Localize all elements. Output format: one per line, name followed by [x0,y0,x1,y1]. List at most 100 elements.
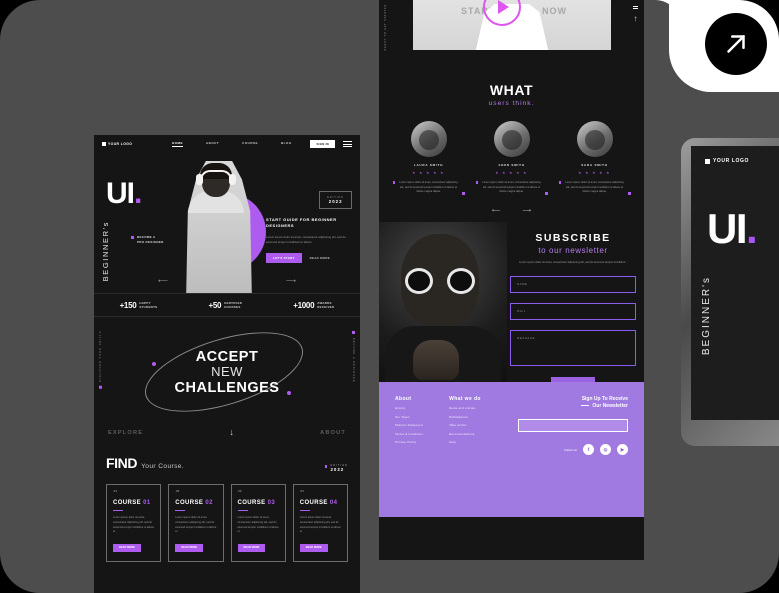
hamburger-icon[interactable] [633,6,638,10]
arrow-left-icon[interactable]: ⟵ [492,207,501,214]
footer-link[interactable]: Recomendations [449,432,481,436]
hero-copy-title: START GUIDE FOR BEGINNER DESIGNERS [266,217,337,229]
arrow-up-right-icon[interactable] [705,13,767,75]
star-rating: ★ ★ ★ ★ ★ [495,171,528,175]
course-text: Lorem ipsum dolor sit amet, consectetur … [299,516,341,534]
footer-link[interactable]: Take action [449,423,481,427]
course-text: Lorem ipsum dolor sit amet, consectetur … [113,516,155,534]
footer-link[interactable]: News and stories [449,406,481,410]
hero-bullet: BECOME A PRO DESIGNER [131,235,164,244]
course-title: COURSE 01 [113,500,151,507]
course-read-more-button[interactable]: READ MORE [175,543,204,552]
testimonial-card: SARA SMITH ★ ★ ★ ★ ★ Lorem ipsum dolor s… [558,121,631,195]
footer-link[interactable]: Help [449,440,481,444]
footer-link[interactable]: History [395,406,423,410]
logo[interactable]: YOUR LOGO [102,142,164,146]
hero-copy-text: Lorem ipsum dolor sit amet, consectetur … [266,234,346,244]
divider [113,510,123,512]
device-title: UI. [707,205,758,252]
testimonial-card: LAURA SMITH ★ ★ ★ ★ ★ Lorem ipsum dolor … [392,121,465,195]
left-page-mockup: YOUR LOGO HOME ABOUT COURSE BLOG SIGN IN… [94,135,360,593]
hero-title: UI. [106,177,142,210]
tablet-device-mockup: YOUR LOGO UI. BEGINNER's BECOME A PRO [681,138,779,446]
testimonial-cards: LAURA SMITH ★ ★ ★ ★ ★ Lorem ipsum dolor … [379,121,644,195]
explore-link[interactable]: EXPLORE [108,430,143,436]
lets-start-button[interactable]: LET'S START [266,252,302,263]
testimonial-quote: Lorem ipsum dolor sit amet, consectetur … [392,181,465,195]
arrow-right-icon[interactable]: ⟶ [286,278,296,285]
hero-vertical-label: BEGINNER's [101,221,110,282]
course-card[interactable]: .02 COURSE 02 Lorem ipsum dolor sit amet… [168,484,224,563]
subscribe-section: SUBSCRIBE to our newsletter Lorem ipsum … [379,221,644,389]
mail-field[interactable]: MAIL [510,302,636,320]
find-subtitle: Your Course. [141,463,185,470]
nav-item-home[interactable]: HOME [172,141,183,148]
testimonials-section: WHAT users think. LAURA SMITH ★ ★ ★ ★ ★ … [379,72,644,222]
instagram-icon[interactable]: ◎ [600,444,611,456]
hero-buttons: LET'S START READ MORE [266,252,350,263]
middle-page-mockup: READY TO GET STARTED ↑ START NOW WHAT us… [379,0,644,560]
arrow-down-icon[interactable]: ↓ [229,428,234,437]
sunglasses-icon [405,267,475,294]
newsletter-email-input[interactable] [518,419,628,433]
nav-item-course[interactable]: COURSE [242,141,258,148]
course-title: COURSE 02 [175,500,213,507]
read-more-button[interactable]: READ MORE [310,256,330,260]
course-card[interactable]: .01 COURSE 01 Lorem ipsum dolor sit amet… [106,484,162,563]
testimonial-name: JHON SMITH [498,163,525,167]
nav-item-blog[interactable]: BLOG [281,141,292,148]
video-section: READY TO GET STARTED ↑ START NOW [379,0,644,72]
subscribe-subtitle: to our newsletter [538,245,608,255]
stat-number: +1000 [293,300,315,310]
challenges-line-1: ACCEPT [195,349,259,365]
footer-link[interactable]: Terms & Condition [395,432,423,436]
testimonial-card: JHON SMITH ★ ★ ★ ★ ★ Lorem ipsum dolor s… [475,121,548,195]
nav-links: HOME ABOUT COURSE BLOG [164,141,310,148]
hero-bullet-text: BECOME A PRO DESIGNER [137,235,164,244]
challenges-heading: ACCEPT NEW CHALLENGES [94,349,360,396]
device-logo-text: YOUR LOGO [713,158,749,164]
headphones-icon [196,170,236,186]
course-read-more-button[interactable]: READ MORE [113,543,141,552]
name-field[interactable]: NAME [510,275,636,293]
about-link[interactable]: ABOUT [320,430,346,436]
arrow-left-icon[interactable]: ⟵ [158,278,168,285]
find-title: FIND [106,455,138,471]
avatar [410,121,447,157]
quote-mark-icon [558,181,562,184]
subscribe-title: SUBSCRIBE [535,231,611,244]
find-title-group: FIND Your Course. [106,455,184,471]
newsletter-title-line-1: Sign Up To Receive [581,395,628,402]
divider [175,510,186,512]
footer-link[interactable]: Our Team [395,415,423,419]
course-number: .03 [237,489,242,494]
hero-photo [174,161,266,293]
avatar [493,121,530,157]
facebook-icon[interactable]: f [583,444,594,456]
subscribe-person-image [379,221,507,382]
subscribe-text: Lorem ipsum dolor sit amet, consectetur … [519,260,627,264]
device-logo: YOUR LOGO [691,146,779,164]
footer-link[interactable]: Mission Statement [395,423,423,427]
arrow-badge[interactable] [655,0,779,92]
testimonial-name: LAURA SMITH [413,163,444,167]
hero-copy: START GUIDE FOR BEGINNER DESIGNERS Lorem… [266,217,350,263]
footer-link[interactable]: Privacy Policy [395,440,423,444]
hamburger-icon[interactable] [343,141,352,147]
message-field[interactable]: MESSAGE [510,329,636,366]
course-number: .04 [299,489,304,494]
footer-link[interactable]: Publications [449,415,481,419]
testimonial-name: SARA SMITH [581,163,608,167]
arrow-up-icon[interactable]: ↑ [633,15,638,23]
course-read-more-button[interactable]: READ MORE [237,543,266,552]
hero-section: YOUR LOGO HOME ABOUT COURSE BLOG SIGN IN… [94,135,360,317]
course-card[interactable]: .03 COURSE 03 Lorem ipsum dolor sit amet… [230,484,286,563]
footer-newsletter: Sign Up To Receive Our Newsletter Follow… [518,396,628,456]
edition-year: 2022 [328,199,343,204]
arrow-right-icon[interactable]: ⟶ [523,207,532,214]
course-read-more-button[interactable]: READ MORE [299,543,328,552]
signin-button[interactable]: SIGN IN [310,140,335,148]
youtube-icon[interactable]: ▶ [617,444,628,456]
nav-item-about[interactable]: ABOUT [206,141,219,148]
course-card[interactable]: .04 COURSE 04 Lorem ipsum dolor sit amet… [292,484,348,563]
